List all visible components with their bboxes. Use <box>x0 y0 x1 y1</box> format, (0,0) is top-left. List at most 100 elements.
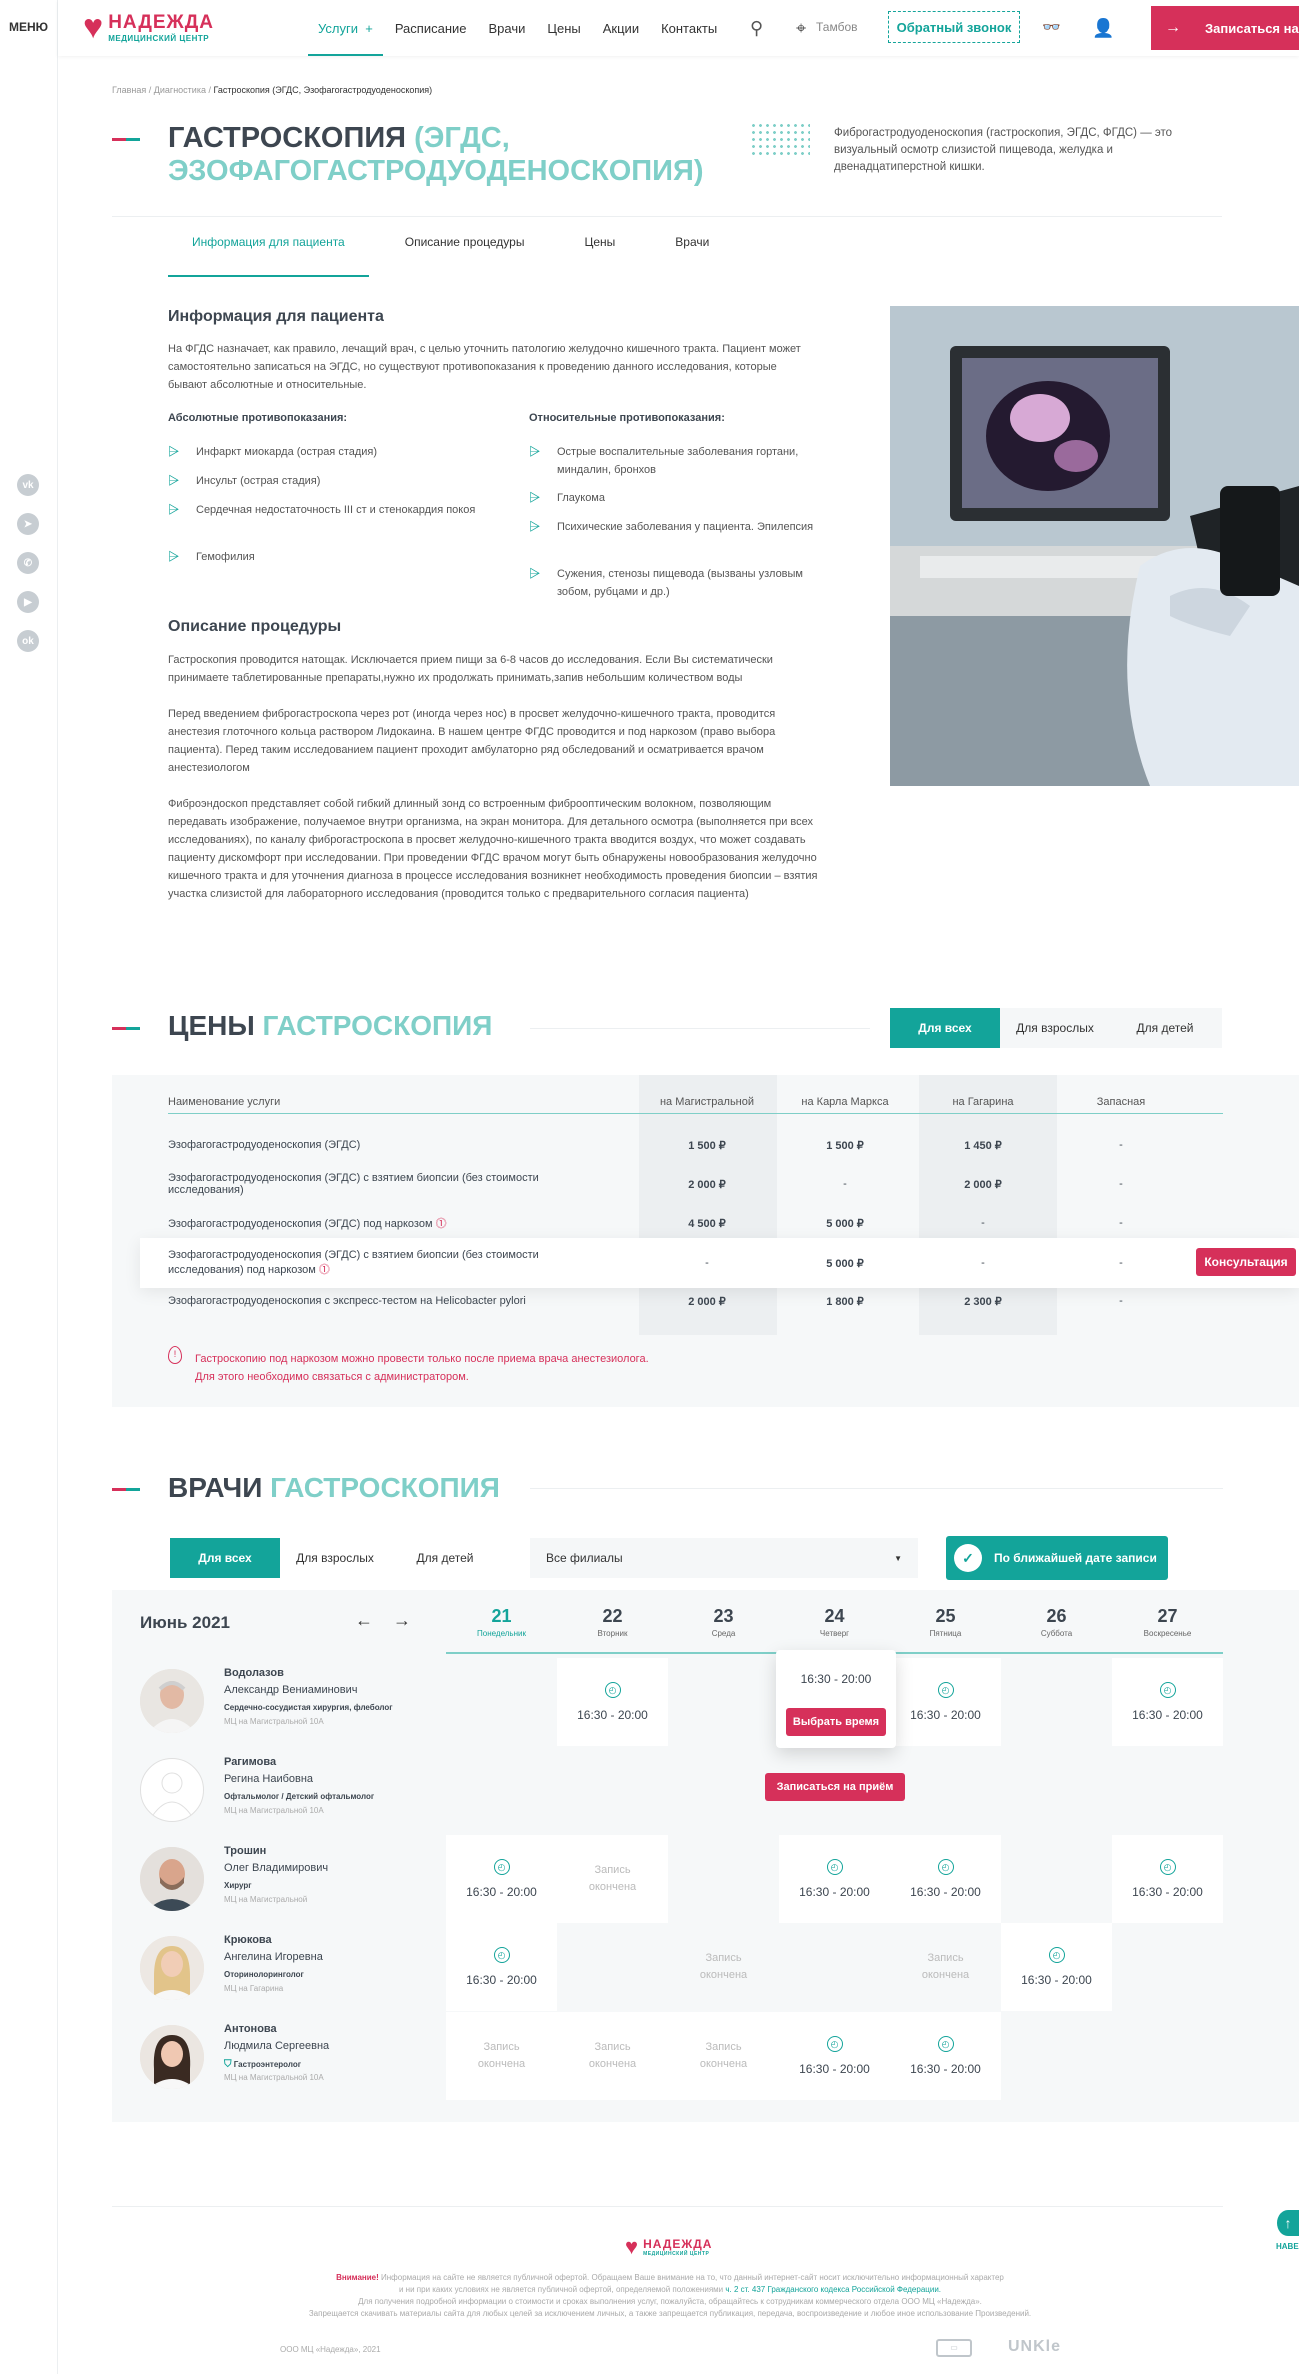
scroll-up-button[interactable]: ↑ <box>1277 2210 1299 2236</box>
filter-adults[interactable]: Для взрослых <box>280 1538 390 1578</box>
nearest-date-toggle[interactable]: ✓ По ближайшей дате записи <box>946 1536 1168 1580</box>
footer-logo[interactable]: ♥ НАДЕЖДА МЕДИЦИНСКИЙ ЦЕНТР <box>625 2236 712 2258</box>
doctor-card[interactable]: Рагимова Регина Наибовна Офтальмолог / Де… <box>140 1744 460 1832</box>
youtube-icon[interactable]: ▶ <box>17 591 39 613</box>
day-header: 25 Пятница <box>929 1606 962 1638</box>
callback-button[interactable]: Обратный звонок <box>888 11 1020 43</box>
footer-logo-subtitle: МЕДИЦИНСКИЙ ЦЕНТР <box>643 2251 710 2257</box>
location-icon[interactable]: ⌖ <box>796 18 806 39</box>
tab-prices[interactable]: Цены <box>560 235 639 277</box>
nav-schedule[interactable]: Расписание <box>395 0 467 56</box>
popup-time: 16:30 - 20:00 <box>800 1672 872 1686</box>
day-header: 24 Четверг <box>819 1606 850 1638</box>
table-row-highlighted[interactable]: Эзофагогастродуоденоскопия (ЭГДС) с взят… <box>140 1238 1299 1288</box>
breadcrumb: Главная / Диагностика / Гастроскопия (ЭГ… <box>112 85 432 95</box>
tab-procedure[interactable]: Описание процедуры <box>381 235 549 277</box>
menu-button[interactable]: МЕНЮ <box>9 20 48 34</box>
time-slot[interactable]: ◴ 16:30 - 20:00 <box>890 2012 1001 2100</box>
filter-all[interactable]: Для всех <box>170 1538 280 1578</box>
time-slot[interactable]: ◴ 16:30 - 20:00 <box>890 1658 1001 1746</box>
breadcrumb-home[interactable]: Главная / <box>112 85 151 95</box>
table-row: Эзофагогастродуоденоскопия (ЭГДС) с взят… <box>168 1172 1123 1196</box>
doctor-card[interactable]: Трошин Олег Владимирович Хирург МЦ на Маг… <box>140 1833 460 1921</box>
doctor-name: Водолазов Александр Вениаминович <box>224 1667 358 1696</box>
law-link[interactable]: ч. 2 ст. 437 Гражданского кодекса Россий… <box>725 2285 941 2294</box>
doctor-specialty: Оторинолоринголог <box>224 1970 304 1979</box>
doctor-card[interactable]: Водолазов Александр Вениаминович Сердечно… <box>140 1655 460 1743</box>
price-note: Гастроскопию под наркозом можно провести… <box>195 1353 649 1383</box>
heart-icon: ♥ <box>83 8 104 46</box>
procedure-photo <box>890 306 1299 786</box>
breadcrumb-diagnostics[interactable]: Диагностика / <box>154 85 211 95</box>
tab-doctors[interactable]: Врачи <box>651 235 733 277</box>
vk-icon[interactable]: vk <box>17 474 39 496</box>
nav-prices[interactable]: Цены <box>547 0 580 56</box>
city-selector[interactable]: Тамбов <box>816 20 858 34</box>
signup-button[interactable]: Записаться на приём <box>765 1773 905 1801</box>
clock-icon: ◴ <box>1159 1682 1176 1698</box>
arrow-right-icon[interactable]: → <box>393 1610 431 1630</box>
filter-adults[interactable]: Для взрослых <box>1000 1008 1110 1048</box>
avatar <box>140 1936 204 2000</box>
time-slot[interactable]: ◴ 16:30 - 20:00 <box>446 1923 557 2011</box>
arrow-left-icon[interactable]: ← <box>355 1610 393 1630</box>
time-slot[interactable]: ◴ 16:30 - 20:00 <box>1112 1658 1223 1746</box>
price-table-header: Наименование услуги на Магистральной на … <box>168 1090 1223 1114</box>
nav-contacts[interactable]: Контакты <box>661 0 717 56</box>
search-icon[interactable]: ⚲ <box>750 18 763 39</box>
time-slot[interactable]: ◴ 16:30 - 20:00 <box>779 2012 890 2100</box>
doctor-filters: Для всех Для взрослых Для детей <box>170 1538 500 1578</box>
signup-header-button[interactable]: →Записаться на приём <box>1151 6 1299 50</box>
closed-slot: Запись окончена <box>668 2012 779 2100</box>
time-slot[interactable]: ◴ 16:30 - 20:00 <box>557 1658 668 1746</box>
info-heading: Информация для пациента <box>168 308 384 325</box>
closed-slot: Запись окончена <box>557 2012 668 2100</box>
branch-select[interactable]: Все филиалы ▼ <box>530 1538 918 1578</box>
time-slot[interactable]: ◴ 16:30 - 20:00 <box>1001 1923 1112 2011</box>
rel-title: Относительные противопоказания: <box>529 412 725 424</box>
chevron-down-icon: ▼ <box>894 1553 902 1563</box>
glasses-icon[interactable]: 👓 <box>1042 18 1061 36</box>
procedure-p1: Гастроскопия проводится натощак. Исключа… <box>168 654 773 684</box>
time-slot[interactable]: ◴ 16:30 - 20:00 <box>446 1835 557 1923</box>
filter-children[interactable]: Для детей <box>390 1538 500 1578</box>
price-filters: Для всех Для взрослых Для детей <box>890 1008 1222 1048</box>
nav-services[interactable]: Услуги + <box>308 0 383 56</box>
doctor-card[interactable]: Крюкова Ангелина Игоревна Оторинолорингол… <box>140 1922 460 2010</box>
time-slot[interactable]: ◴ 16:30 - 20:00 <box>1112 1835 1223 1923</box>
whatsapp-icon[interactable]: ✆ <box>17 552 39 574</box>
day-header: 22 Вторник <box>597 1606 628 1638</box>
clock-icon: ◴ <box>493 1947 510 1963</box>
doctor-name: Рагимова Регина Наибовна <box>224 1756 314 1785</box>
header: ♥ НАДЕЖДА МЕДИЦИНСКИЙ ЦЕНТР Услуги + Рас… <box>58 0 1299 56</box>
user-icon[interactable]: 👤 <box>1092 18 1114 39</box>
divider <box>112 2206 1223 2207</box>
arrow-right-icon: → <box>1165 19 1181 36</box>
doctor-address: МЦ на Магистральной 10А <box>224 2073 324 2082</box>
clock-icon: ◴ <box>937 1859 954 1875</box>
closed-slot: Запись окончена <box>557 1835 668 1923</box>
doctor-specialty: Сердечно-сосудистая хирургия, флеболог <box>224 1703 393 1712</box>
developer-logo[interactable]: UNKle <box>1008 2338 1061 2356</box>
decor-dots <box>750 122 810 158</box>
day-header: 27 Воскресенье <box>1143 1606 1192 1638</box>
main-nav: Услуги + Расписание Врачи Цены Акции Кон… <box>308 0 739 56</box>
doctor-specialty: ⛉ Гастроэнтеролог <box>224 2059 302 2070</box>
tab-info[interactable]: Информация для пациента <box>168 235 369 277</box>
nav-promos[interactable]: Акции <box>603 0 639 56</box>
time-slot[interactable]: ◴ 16:30 - 20:00 <box>890 1835 1001 1923</box>
consultation-button[interactable]: Консультация <box>1196 1248 1296 1276</box>
doctor-card[interactable]: Антонова Людмила Сергеевна ⛉ Гастроэнтеро… <box>140 2011 460 2099</box>
heart-icon: ♥ <box>625 2234 639 2259</box>
filter-all[interactable]: Для всех <box>890 1008 1000 1048</box>
list-item: Гемофилия <box>168 547 468 566</box>
telegram-icon[interactable]: ➤ <box>17 513 39 535</box>
time-slot[interactable]: ◴ 16:30 - 20:00 <box>779 1835 890 1923</box>
nav-doctors[interactable]: Врачи <box>488 0 525 56</box>
clock-icon: ◴ <box>1048 1947 1065 1963</box>
doctor-specialty: Хирург <box>224 1881 252 1890</box>
odnoklassniki-icon[interactable]: ok <box>17 630 39 652</box>
choose-time-button[interactable]: Выбрать время <box>786 1708 886 1736</box>
filter-children[interactable]: Для детей <box>1110 1008 1220 1048</box>
logo[interactable]: ♥ НАДЕЖДА МЕДИЦИНСКИЙ ЦЕНТР <box>83 10 214 44</box>
